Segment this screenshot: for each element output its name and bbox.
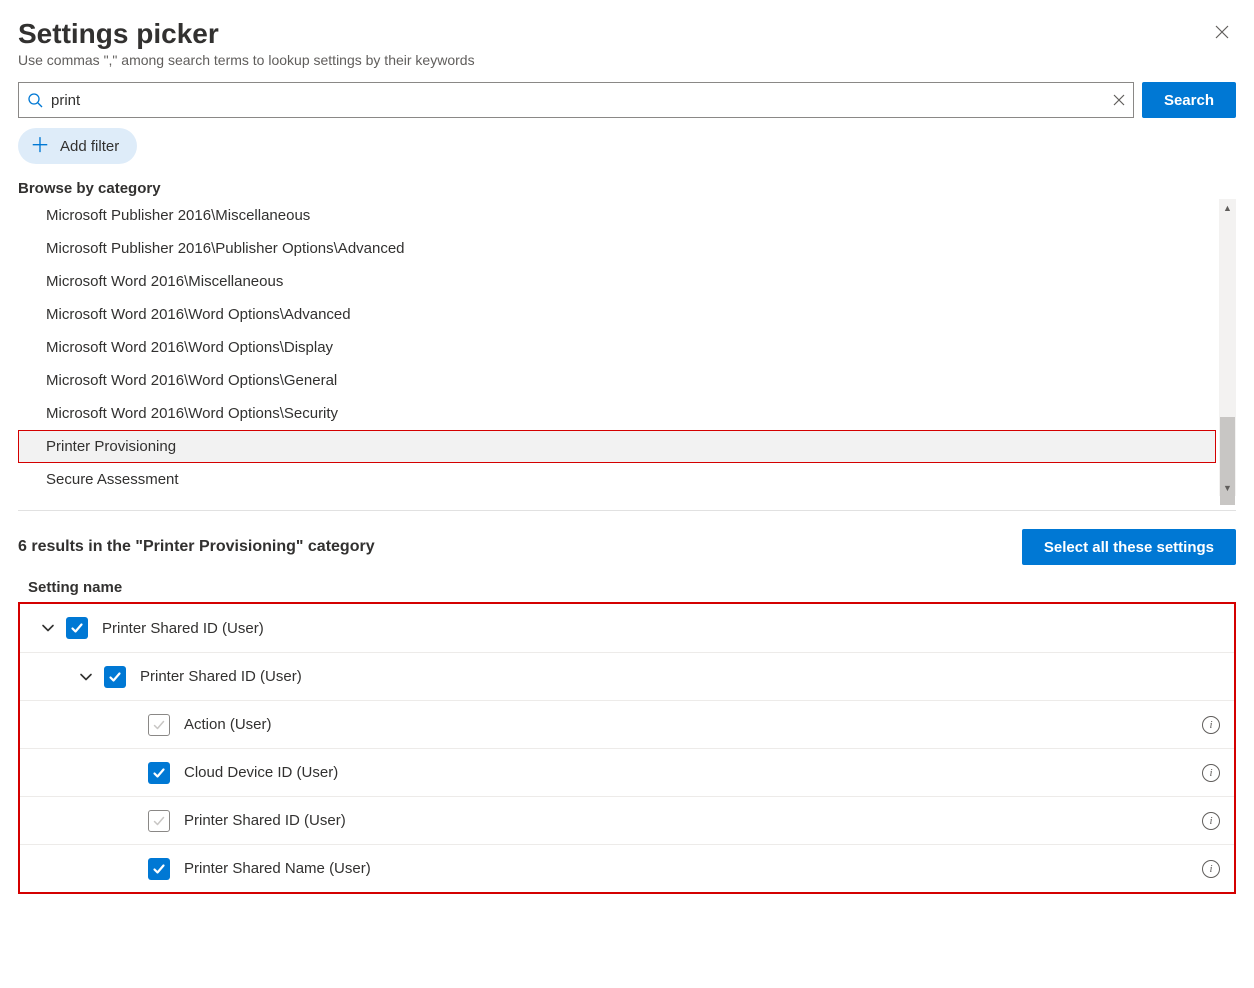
category-item[interactable]: Microsoft Word 2016\Word Options\Advance…: [18, 298, 1216, 331]
page-title: Settings picker: [18, 18, 475, 50]
browse-by-category-label: Browse by category: [18, 180, 1236, 197]
setting-row[interactable]: Printer Shared ID (User)i: [20, 796, 1234, 844]
category-item[interactable]: Microsoft Publisher 2016\Publisher Optio…: [18, 232, 1216, 265]
category-item[interactable]: Secure Assessment: [18, 463, 1216, 496]
category-item[interactable]: Microsoft Word 2016\Miscellaneous: [18, 265, 1216, 298]
add-filter-label: Add filter: [60, 138, 119, 155]
setting-row[interactable]: Printer Shared ID (User): [20, 652, 1234, 700]
setting-row[interactable]: Printer Shared ID (User): [20, 604, 1234, 652]
page-subtitle: Use commas "," among search terms to loo…: [18, 52, 475, 68]
setting-row[interactable]: Action (User)i: [20, 700, 1234, 748]
close-icon: [1214, 24, 1230, 40]
setting-label: Action (User): [184, 716, 1202, 733]
plus-icon: ＋: [30, 136, 50, 156]
scrollbar[interactable]: ▲ ▼: [1219, 199, 1236, 496]
close-icon: [1113, 94, 1125, 106]
category-item[interactable]: Microsoft Word 2016\Word Options\Display: [18, 331, 1216, 364]
column-header-setting-name: Setting name: [18, 573, 1236, 602]
setting-row[interactable]: Printer Shared Name (User)i: [20, 844, 1234, 892]
checkbox[interactable]: [148, 858, 170, 880]
info-icon[interactable]: i: [1202, 764, 1220, 782]
info-icon[interactable]: i: [1202, 716, 1220, 734]
setting-label: Cloud Device ID (User): [184, 764, 1202, 781]
scroll-down-icon[interactable]: ▼: [1219, 479, 1236, 496]
setting-label: Printer Shared ID (User): [140, 668, 1220, 685]
setting-label: Printer Shared Name (User): [184, 860, 1202, 877]
chevron-down-icon[interactable]: [68, 670, 104, 684]
search-button[interactable]: Search: [1142, 82, 1236, 118]
checkbox[interactable]: [148, 810, 170, 832]
category-item[interactable]: Printer Provisioning: [18, 430, 1216, 463]
settings-tree: Printer Shared ID (User)Printer Shared I…: [18, 602, 1236, 894]
search-box[interactable]: [18, 82, 1134, 118]
setting-row[interactable]: Cloud Device ID (User)i: [20, 748, 1234, 796]
close-button[interactable]: [1208, 18, 1236, 51]
checkbox[interactable]: [66, 617, 88, 639]
chevron-down-icon[interactable]: [30, 621, 66, 635]
checkbox[interactable]: [148, 762, 170, 784]
info-icon[interactable]: i: [1202, 812, 1220, 830]
setting-label: Printer Shared ID (User): [102, 620, 1220, 637]
search-icon: [27, 92, 43, 108]
scroll-up-icon[interactable]: ▲: [1219, 199, 1236, 216]
search-input[interactable]: [51, 92, 1105, 109]
category-item[interactable]: Microsoft Word 2016\Word Options\Securit…: [18, 397, 1216, 430]
setting-label: Printer Shared ID (User): [184, 812, 1202, 829]
checkbox[interactable]: [104, 666, 126, 688]
category-item[interactable]: Microsoft Publisher 2016\Miscellaneous: [18, 199, 1216, 232]
add-filter-button[interactable]: ＋ Add filter: [18, 128, 137, 164]
select-all-button[interactable]: Select all these settings: [1022, 529, 1236, 565]
category-list: Microsoft Publisher 2016\MiscellaneousMi…: [18, 199, 1236, 496]
results-count: 6 results in the "Printer Provisioning" …: [18, 538, 375, 556]
clear-search-button[interactable]: [1113, 94, 1125, 106]
category-item[interactable]: Microsoft Word 2016\Word Options\General: [18, 364, 1216, 397]
info-icon[interactable]: i: [1202, 860, 1220, 878]
checkbox[interactable]: [148, 714, 170, 736]
